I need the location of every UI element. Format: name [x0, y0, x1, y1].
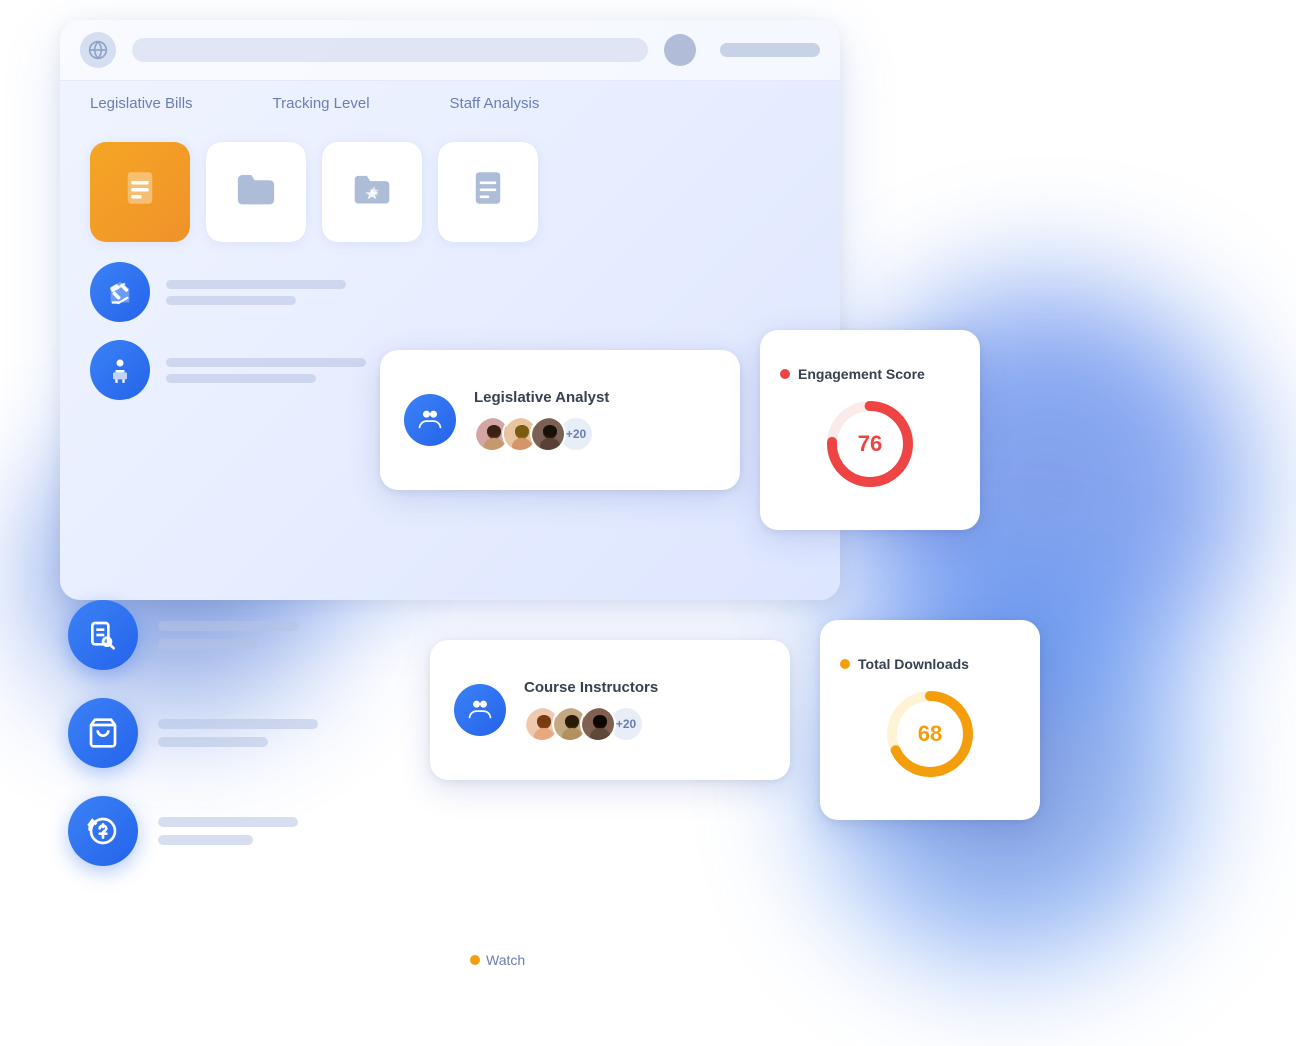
content-text-lines-2	[166, 358, 366, 383]
text-placeholder	[158, 835, 253, 845]
search-doc-button[interactable]	[68, 600, 138, 670]
card-total-downloads: Total Downloads 68	[820, 620, 1040, 820]
text-placeholder	[158, 621, 298, 631]
icon-card-document2[interactable]	[438, 142, 538, 242]
course-card-icon	[454, 684, 506, 736]
sidebar-row-money	[68, 796, 318, 866]
bottom-sidebar	[68, 600, 318, 866]
tab-legislative-bills[interactable]: Legislative Bills	[90, 95, 193, 122]
text-placeholder	[158, 817, 298, 827]
text-line	[166, 358, 366, 367]
tab-staff-analysis[interactable]: Staff Analysis	[450, 95, 540, 122]
watch-dot-icon	[470, 955, 480, 965]
course-card-content: Course Instructors	[524, 679, 766, 742]
downloads-value: 68	[918, 721, 942, 747]
card-engagement-score: Engagement Score 76	[760, 330, 980, 530]
engagement-score-label: Engagement Score	[798, 366, 925, 382]
sidebar-row-search-doc	[68, 600, 318, 670]
text-line	[166, 374, 316, 383]
text-placeholder	[158, 719, 318, 729]
watch-label: Watch	[470, 952, 525, 968]
url-bar	[132, 38, 648, 62]
sidebar-row-cart	[68, 698, 318, 768]
money-cycle-button[interactable]	[68, 796, 138, 866]
dot-orange-icon	[840, 659, 850, 669]
text-line	[166, 296, 296, 305]
content-row-1	[90, 262, 810, 322]
podium-circle	[90, 340, 150, 400]
legislative-avatars-row: +20	[474, 416, 716, 452]
card-course-instructors: Course Instructors	[430, 640, 790, 780]
sidebar-lines-3	[158, 817, 298, 845]
icon-card-star-folder[interactable]	[322, 142, 422, 242]
avatar-3	[530, 416, 566, 452]
window-nav: Legislative Bills Tracking Level Staff A…	[60, 81, 840, 122]
downloads-label: Total Downloads	[858, 656, 969, 672]
engagement-title-row: Engagement Score	[780, 366, 925, 382]
legislative-card-content: Legislative Analyst	[474, 389, 716, 452]
window-topbar	[60, 20, 840, 81]
course-avatars-row: +20	[524, 706, 766, 742]
tab-tracking-level[interactable]: Tracking Level	[273, 95, 370, 122]
downloads-title-row: Total Downloads	[840, 656, 969, 672]
card-legislative-analyst: Legislative Analyst	[380, 350, 740, 490]
main-window: Legislative Bills Tracking Level Staff A…	[60, 20, 840, 600]
folder-icon	[235, 169, 277, 216]
document-icon	[119, 167, 161, 218]
cart-button[interactable]	[68, 698, 138, 768]
globe-icon	[80, 32, 116, 68]
sidebar-lines-2	[158, 719, 318, 747]
gavel-circle	[90, 262, 150, 322]
text-line	[166, 280, 346, 289]
dot-red-icon	[780, 369, 790, 379]
icon-cards-row	[60, 122, 840, 262]
legislative-card-title: Legislative Analyst	[474, 389, 716, 406]
legislative-card-icon	[404, 394, 456, 446]
icon-card-folder[interactable]	[206, 142, 306, 242]
course-card-title: Course Instructors	[524, 679, 766, 696]
sidebar-lines-1	[158, 621, 298, 649]
text-placeholder	[158, 737, 268, 747]
content-text-lines-1	[166, 280, 346, 305]
window-avatar-text	[720, 43, 820, 57]
engagement-score-value: 76	[858, 431, 882, 457]
scene: Legislative Bills Tracking Level Staff A…	[0, 0, 1296, 1046]
star-folder-icon	[351, 169, 393, 216]
course-avatar-3	[580, 706, 616, 742]
watch-text: Watch	[486, 952, 525, 968]
downloads-donut: 68	[880, 684, 980, 784]
text-placeholder	[158, 639, 258, 649]
document2-icon	[467, 167, 509, 218]
engagement-donut: 76	[820, 394, 920, 494]
window-avatar	[664, 34, 696, 66]
icon-card-document[interactable]	[90, 142, 190, 242]
